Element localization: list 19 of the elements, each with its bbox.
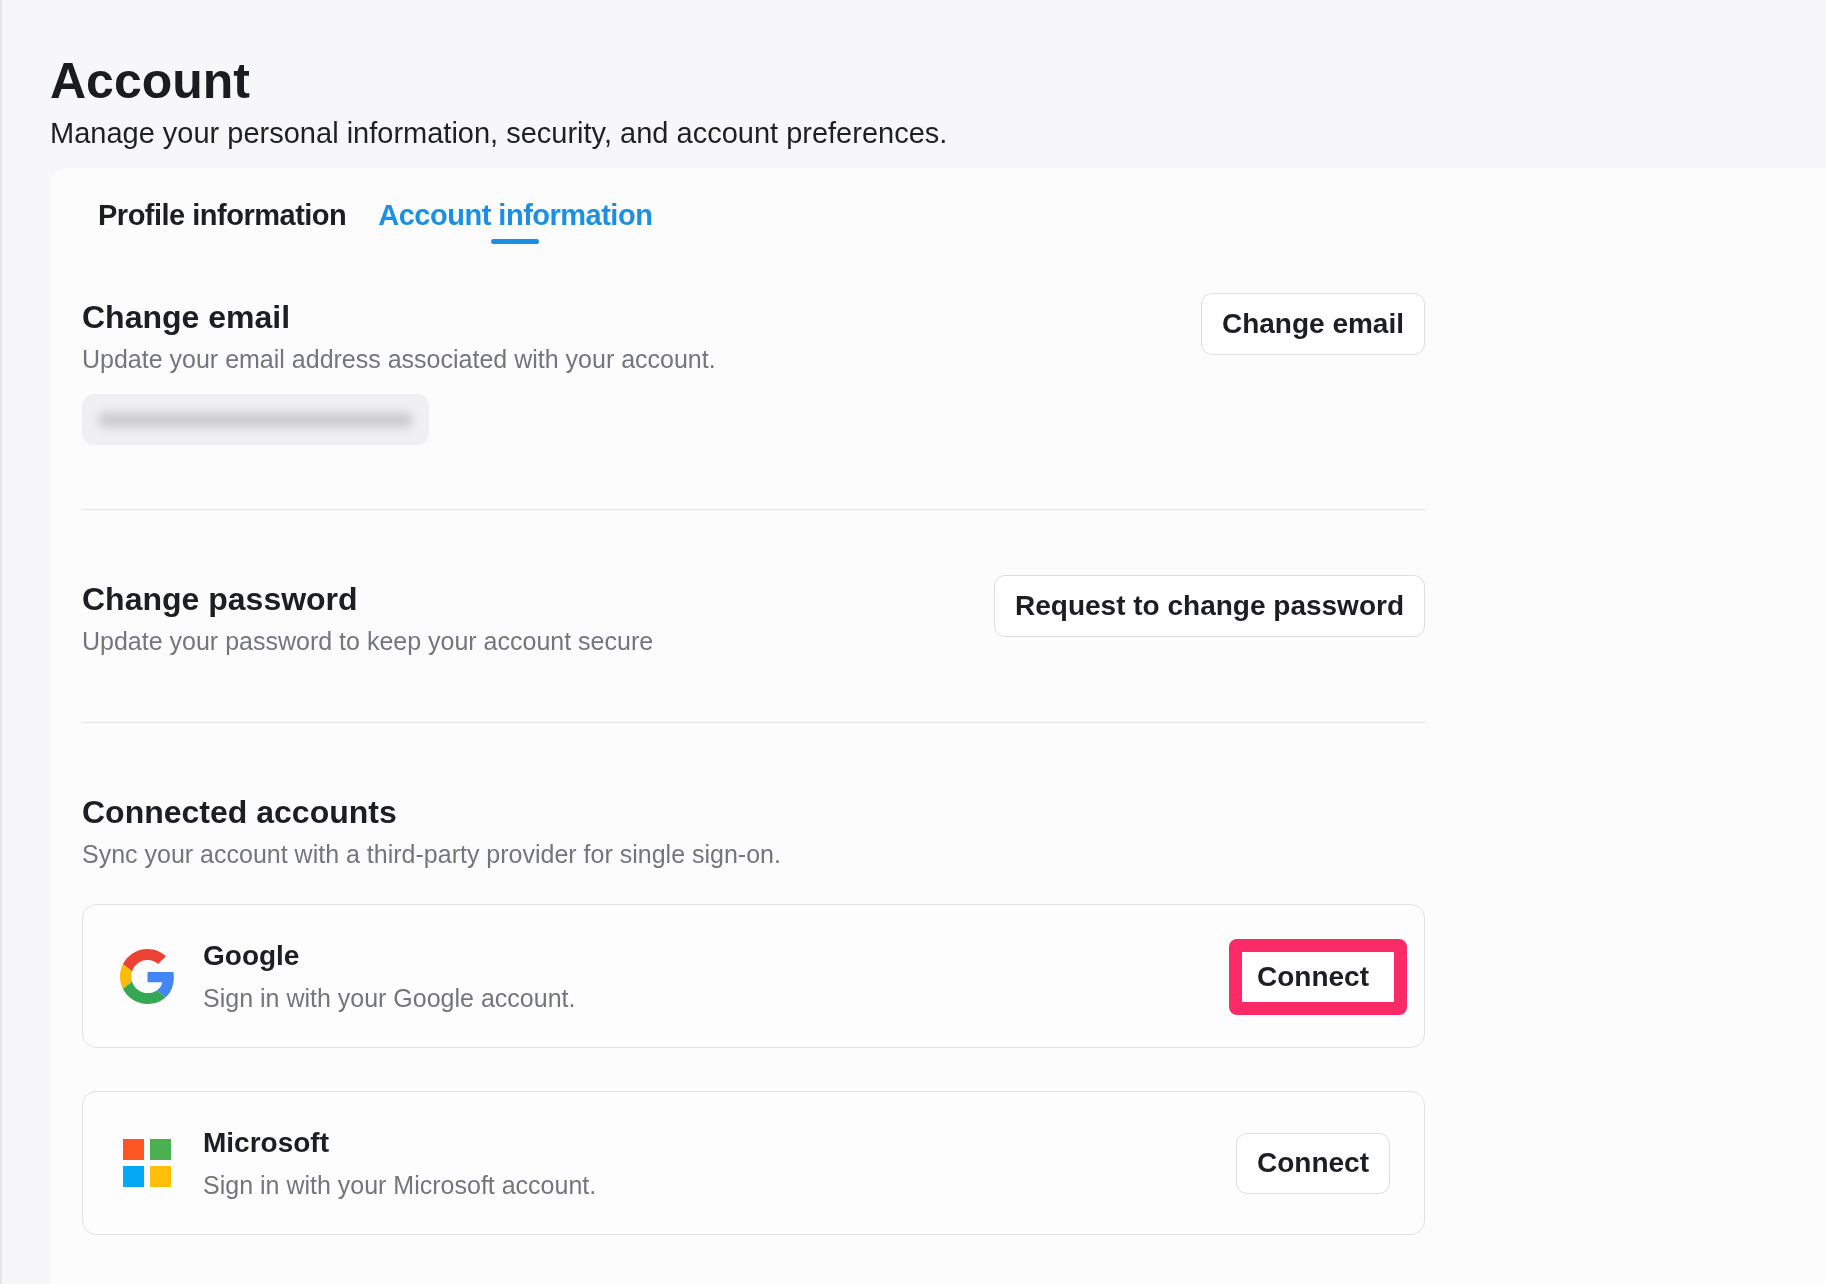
squares-logo-icon — [123, 1139, 171, 1187]
connect-button[interactable]: Connect — [1229, 938, 1407, 1015]
provider-name: Google — [203, 938, 301, 973]
section-description: Sync your account with a third-party provider for single sign-on. — [82, 839, 781, 870]
provider-description: Sign in with your Microsoft account. — [203, 1169, 598, 1201]
action-button[interactable]: Request to change password — [994, 575, 1425, 637]
section-description: Update your password to keep your account secure — [82, 626, 654, 657]
connect-button[interactable]: Connect — [1236, 1132, 1390, 1194]
section-heading: Change email — [82, 298, 292, 337]
page-subtitle: Manage your personal information, security, and account preferences. — [50, 116, 948, 151]
provider-name: Microsoft — [203, 1125, 330, 1160]
section-heading: Change password — [82, 580, 359, 619]
section-description: Update your email address associated with your account. — [82, 344, 716, 375]
section-heading: Connected accounts — [82, 793, 398, 832]
tab[interactable]: Profile information — [82, 197, 363, 244]
page-title: Account — [50, 52, 250, 111]
provider-description: Sign in with your Google account. — [203, 982, 577, 1014]
action-button[interactable]: Change email — [1200, 293, 1425, 355]
g-logo-icon — [119, 948, 175, 1004]
